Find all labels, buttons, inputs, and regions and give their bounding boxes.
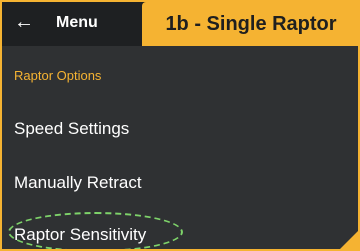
menu-item-speed-settings[interactable]: Speed Settings (14, 118, 129, 140)
top-bar: ← Menu 1b - Single Raptor (2, 2, 358, 46)
section-header-raptor-options: Raptor Options (14, 68, 102, 83)
back-arrow-icon[interactable]: ← (14, 11, 36, 33)
corner-accent (340, 231, 358, 249)
step-badge: 1b - Single Raptor (142, 2, 358, 46)
menu-item-raptor-sensitivity[interactable]: Raptor Sensitivity (14, 224, 146, 246)
menu-item-manually-retract[interactable]: Manually Retract (14, 172, 142, 194)
menu-panel: ← Menu 1b - Single Raptor Raptor Options… (0, 0, 360, 251)
menu-title: Menu (56, 14, 98, 31)
